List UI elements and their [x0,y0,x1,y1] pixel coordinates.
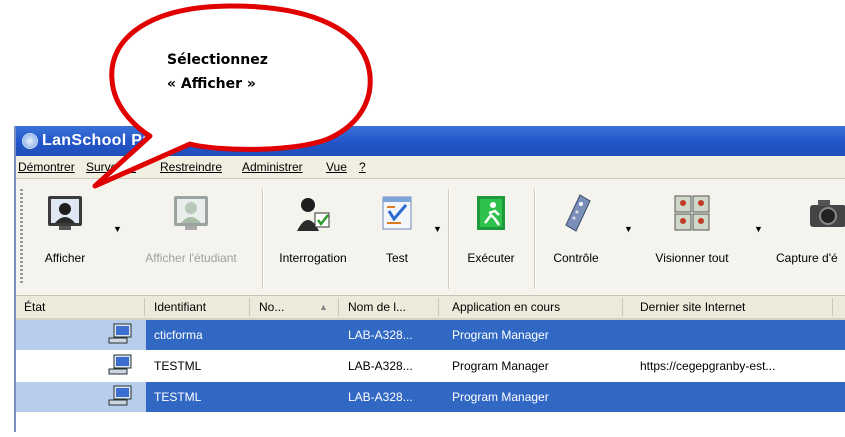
teacher-screen-icon [48,196,82,230]
menu-administer[interactable]: Administrer [242,160,303,174]
menu-bar: Démontrer Surveiller Restreindre Adminis… [16,156,845,179]
control-label: Contrôle [553,251,599,265]
run-label: Exécuter [467,251,515,265]
callout-line-1: Sélectionnez [167,52,268,68]
state-cell [16,382,146,412]
toolbar-separator [448,189,449,289]
application-cell: Program Manager [452,359,549,373]
table-row[interactable]: TESTML LAB-A328... Program Manager https… [16,351,845,381]
computer-icon [108,354,132,375]
camera-icon [810,200,845,227]
menu-watch[interactable]: Surveiller [86,160,136,174]
sort-ascending-icon: ▲ [319,302,328,312]
title-bar: LanSchool Professeur [16,126,845,156]
computer-name-cell: LAB-A328... [348,390,413,404]
poll-button[interactable]: Interrogation [268,193,358,283]
student-list: État Identifiant No... ▲ Nom de l... App… [16,295,845,432]
poll-label: Interrogation [279,251,347,265]
toolbar-grip[interactable] [20,189,23,285]
show-student-label: Afficher l'étudiant [145,251,237,265]
view-all-button[interactable]: Visionner tout [642,193,742,283]
menu-help[interactable]: ? [359,160,366,174]
lanschool-window: LanSchool Professeur Démontrer Surveille… [14,126,845,432]
last-site-cell: https://cegepgranby-est... [640,359,776,373]
test-icon [382,196,412,230]
callout-text: Sélectionnez « Afficher » [167,48,268,96]
test-dropdown-arrow-icon[interactable]: ▼ [433,224,442,234]
callout-line-2: « Afficher » [167,76,256,92]
screen-capture-label: Capture d'é [776,251,838,265]
run-button[interactable]: Exécuter [456,193,526,283]
state-cell [16,351,146,381]
menu-restrict[interactable]: Restreindre [160,160,222,174]
toolbar-separator [534,189,535,289]
table-row[interactable]: TESTML LAB-A328... Program Manager [16,382,845,412]
control-dropdown-arrow-icon[interactable]: ▼ [624,224,633,234]
computer-icon [108,385,132,406]
screen-capture-button[interactable]: Capture d'é [768,193,845,283]
computer-icon [108,323,132,344]
column-application[interactable]: Application en cours [452,300,560,314]
column-divider[interactable] [338,298,339,316]
table-row[interactable]: cticforma LAB-A328... Program Manager [16,320,845,350]
show-student-button[interactable]: Afficher l'étudiant [126,193,256,283]
identifier-cell: TESTML [154,359,202,373]
application-cell: Program Manager [452,328,549,342]
view-all-dropdown-arrow-icon[interactable]: ▼ [754,224,763,234]
column-identifier[interactable]: Identifiant [154,300,206,314]
column-divider[interactable] [832,298,833,316]
application-cell: Program Manager [452,390,549,404]
column-divider[interactable] [249,298,250,316]
computer-name-cell: LAB-A328... [348,328,413,342]
grid-header: État Identifiant No... ▲ Nom de l... App… [16,296,845,320]
identifier-cell: cticforma [154,328,203,342]
view-all-label: Visionner tout [655,251,729,265]
state-cell [16,320,146,350]
lanschool-icon [22,133,38,149]
column-name[interactable]: No... [259,300,284,314]
test-button[interactable]: Test [372,193,422,283]
menu-demonstrate[interactable]: Démontrer [18,160,75,174]
computer-name-cell: LAB-A328... [348,359,413,373]
show-dropdown-arrow-icon[interactable]: ▼ [113,224,122,234]
column-state[interactable]: État [24,300,45,314]
remote-control-icon [565,194,591,232]
student-screen-icon [174,196,208,230]
column-divider[interactable] [622,298,623,316]
column-last-site[interactable]: Dernier site Internet [640,300,745,314]
show-label: Afficher [44,251,86,265]
column-divider[interactable] [144,298,145,316]
poll-icon [297,198,330,231]
exit-run-icon [477,196,505,230]
menu-view[interactable]: Vue [326,160,347,174]
test-label: Test [385,251,408,265]
control-button[interactable]: Contrôle [544,193,608,283]
show-button[interactable]: Afficher [30,193,100,283]
column-divider[interactable] [438,298,439,316]
identifier-cell: TESTML [154,390,202,404]
thumbnails-icon [674,195,710,231]
toolbar: Afficher ▼ Afficher l'étudiant Interroga… [16,179,845,295]
window-title: LanSchool Professeur [42,132,218,149]
toolbar-separator [262,189,263,289]
column-computer[interactable]: Nom de l... [348,300,406,314]
